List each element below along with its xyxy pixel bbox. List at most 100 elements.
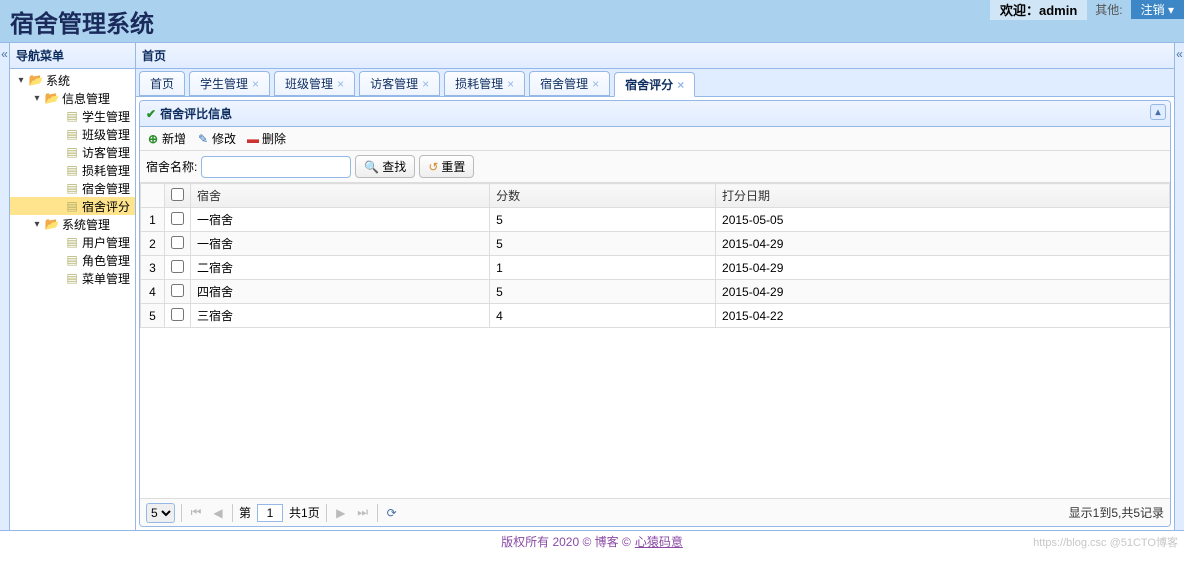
page-number-input[interactable] [257,504,283,522]
tree-node-宿舍管理[interactable]: ▤宿舍管理 [10,179,135,197]
cell-date: 2015-04-29 [716,280,1170,304]
tab-label: 访客管理 [370,75,418,92]
refresh-icon[interactable]: ⟳ [384,505,400,521]
tab-label: 宿舍评分 [625,76,673,93]
page-icon: ▤ [64,253,80,267]
select-all-checkbox[interactable] [171,188,184,201]
col-宿舍[interactable]: 宿舍 [191,184,490,208]
table-row[interactable]: 5三宿舍42015-04-22 [141,304,1170,328]
footer-link[interactable]: 心猿码意 [635,533,683,550]
tab-宿舍评分[interactable]: 宿舍评分 × [614,72,695,97]
tab-访客管理[interactable]: 访客管理 × [359,71,440,96]
row-number: 1 [141,208,165,232]
search-button[interactable]: 🔍查找 [355,155,415,178]
tab-label: 首页 [150,75,174,92]
close-icon[interactable]: × [337,77,344,91]
prev-page-icon[interactable]: ◀ [210,505,226,521]
row-checkbox[interactable] [171,308,184,321]
tab-学生管理[interactable]: 学生管理× [189,71,270,96]
tab-label: 班级管理 [285,75,333,92]
close-icon[interactable]: × [507,77,514,91]
tree-node-宿舍评分[interactable]: ▤宿舍评分 [10,197,135,215]
collapse-left-icon[interactable]: « [0,43,10,530]
tree-label: 访客管理 [82,144,130,161]
col-打分日期[interactable]: 打分日期 [716,184,1170,208]
tree-node-系统管理[interactable]: ▾📂系统管理 [10,215,135,233]
search-bar: 宿舍名称: 🔍查找 ↺重置 [140,151,1170,183]
content-title: 首页 [136,43,1174,69]
logout-button[interactable]: 注销 ▾ [1131,0,1184,19]
page-icon: ▤ [64,145,80,159]
tree-label: 班级管理 [82,126,130,143]
cell-score: 1 [490,256,716,280]
search-label: 宿舍名称: [146,158,197,175]
reset-button[interactable]: ↺重置 [419,155,474,178]
row-checkbox[interactable] [171,284,184,297]
dorm-name-input[interactable] [201,156,351,178]
subpanel-header: ✔ 宿舍评比信息 ▴ [140,101,1170,127]
row-checkbox[interactable] [171,212,184,225]
tab-首页[interactable]: 首页 [139,71,185,96]
expand-icon[interactable]: ▾ [30,217,44,231]
tree-node-班级管理[interactable]: ▤班级管理 [10,125,135,143]
close-icon[interactable]: × [677,78,684,92]
tab-label: 宿舍管理 [540,75,588,92]
edit-button[interactable]: ✎修改 [196,130,236,147]
tree-node-用户管理[interactable]: ▤用户管理 [10,233,135,251]
search-icon: 🔍 [364,160,379,174]
page-icon: ▤ [64,163,80,177]
close-icon[interactable]: × [592,77,599,91]
table-row[interactable]: 2一宿舍52015-04-29 [141,232,1170,256]
row-checkbox[interactable] [171,236,184,249]
tree-node-损耗管理[interactable]: ▤损耗管理 [10,161,135,179]
last-page-icon[interactable]: ⏭ [355,505,371,521]
expand-icon[interactable]: ▾ [14,73,28,87]
table-row[interactable]: 4四宿舍52015-04-29 [141,280,1170,304]
next-page-icon[interactable]: ▶ [333,505,349,521]
cell-dorm: 二宿舍 [191,256,490,280]
page-icon: ▤ [64,235,80,249]
sidebar: 导航菜单 ▾📂系统▾📂信息管理▤学生管理▤班级管理▤访客管理▤损耗管理▤宿舍管理… [10,43,136,530]
copyright-text: 版权所有 2020 © 博客 © [501,533,631,550]
add-button[interactable]: ⊕新增 [146,130,186,147]
pager-info: 显示1到5,共5记录 [1069,504,1164,521]
table-row[interactable]: 3二宿舍12015-04-29 [141,256,1170,280]
pager: 5 ⏮ ◀ 第 共1页 ▶ ⏭ ⟳ 显示1到5,共5记录 [140,498,1170,526]
close-icon[interactable]: × [252,77,259,91]
cell-dorm: 一宿舍 [191,208,490,232]
collapse-panel-icon[interactable]: ▴ [1150,104,1166,120]
first-page-icon[interactable]: ⏮ [188,505,204,521]
page-icon: ▤ [64,181,80,195]
col-分数[interactable]: 分数 [490,184,716,208]
tree-label: 宿舍管理 [82,180,130,197]
folder-icon: 📂 [44,217,60,231]
tree-node-系统[interactable]: ▾📂系统 [10,71,135,89]
page-size-select[interactable]: 5 [146,503,175,523]
app-title: 宿舍管理系统 [0,4,154,39]
tree-node-访客管理[interactable]: ▤访客管理 [10,143,135,161]
row-number: 2 [141,232,165,256]
delete-button[interactable]: ▬删除 [246,130,286,147]
table-row[interactable]: 1一宿舍52015-05-05 [141,208,1170,232]
edit-icon: ✎ [196,132,210,146]
close-icon[interactable]: × [422,77,429,91]
tree-node-信息管理[interactable]: ▾📂信息管理 [10,89,135,107]
expand-icon[interactable]: ▾ [30,91,44,105]
cell-score: 5 [490,232,716,256]
page-icon: ▤ [64,199,80,213]
tree-node-学生管理[interactable]: ▤学生管理 [10,107,135,125]
cell-dorm: 三宿舍 [191,304,490,328]
tab-班级管理[interactable]: 班级管理 × [274,71,355,96]
rownum-header [141,184,165,208]
check-icon: ✔ [146,107,156,121]
banner-right: 欢迎：admin 其他: 注销 ▾ [990,0,1184,18]
tab-宿舍管理[interactable]: 宿舍管理 × [529,71,610,96]
tree-node-菜单管理[interactable]: ▤菜单管理 [10,269,135,287]
row-number: 4 [141,280,165,304]
tree-label: 系统 [46,72,70,89]
tree-node-角色管理[interactable]: ▤角色管理 [10,251,135,269]
tab-损耗管理[interactable]: 损耗管理× [444,71,525,96]
row-checkbox[interactable] [171,260,184,273]
collapse-right-icon[interactable]: « [1174,43,1184,530]
folder-icon: 📂 [28,73,44,87]
